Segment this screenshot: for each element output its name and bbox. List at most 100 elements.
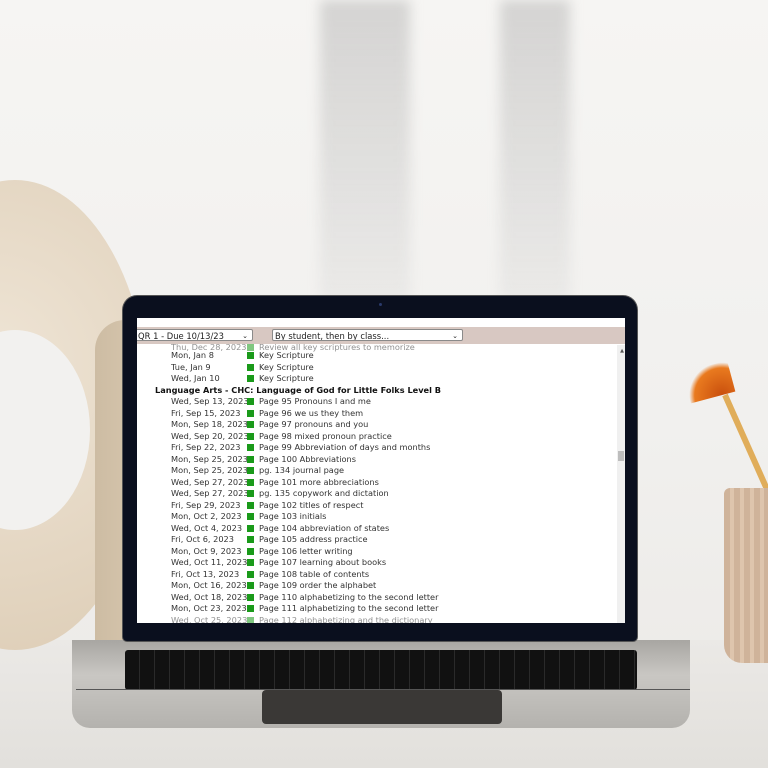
list-item[interactable]: Wed, Oct 4, 2023 Page 104 abbreviation of… [137, 523, 615, 535]
item-task: Page 95 Pronouns I and me [259, 396, 371, 406]
list-item[interactable]: Mon, Sep 25, 2023 Page 100 Abbreviations [137, 454, 615, 466]
laptop-keyboard [125, 650, 637, 690]
item-date: Mon, Oct 2, 2023 [171, 511, 242, 521]
list-item[interactable]: Mon, Oct 23, 2023 Page 111 alphabetizing … [137, 603, 615, 615]
list-item[interactable]: Fri, Oct 13, 2023 Page 108 table of conte… [137, 569, 615, 581]
period-select-value: QR 1 - Due 10/13/23 [138, 331, 224, 341]
section-heading: Language Arts - CHC: Language of God for… [155, 384, 442, 395]
item-date: Fri, Oct 13, 2023 [171, 568, 240, 579]
item-task: Page 109 order the alphabet [259, 580, 377, 590]
item-date: Mon, Oct 16, 2023 [171, 580, 247, 590]
scroll-up-icon[interactable]: ▲ [620, 348, 624, 354]
complete-checkbox[interactable] [247, 547, 254, 555]
list-item[interactable]: Wed, Oct 11, 2023 Page 107 learning about… [137, 557, 615, 569]
list-item[interactable]: Mon, Sep 18, 2023 Page 97 pronouns and yo… [137, 419, 615, 431]
item-date: Mon, Oct 23, 2023 [171, 603, 247, 613]
item-task: Page 104 abbreviation of states [259, 522, 390, 533]
item-task: Page 101 more abbreciations [259, 476, 379, 487]
complete-checkbox[interactable] [247, 536, 254, 543]
item-task: Page 107 learning about books [259, 557, 387, 567]
complete-checkbox[interactable] [247, 582, 254, 589]
item-task: Page 97 pronouns and you [259, 419, 369, 429]
list-item[interactable]: Wed, Oct 25, 2023 Page 112 alphabetizing … [137, 614, 615, 624]
sort-select-value: By student, then by class... [275, 331, 390, 341]
list-item[interactable]: Wed, Sep 27, 2023 Page 101 more abbreciat… [137, 477, 615, 489]
list-item[interactable]: Wed, Jan 10 Key Scripture [137, 373, 615, 385]
item-task: Page 110 alphabetizing to the second let… [259, 591, 439, 602]
item-date: Wed, Sep 27, 2023 [171, 476, 249, 487]
complete-checkbox[interactable] [247, 513, 254, 520]
item-date: Wed, Oct 18, 2023 [171, 591, 248, 602]
overlay-line [76, 689, 690, 690]
list-item[interactable]: Wed, Oct 18, 2023 Page 110 alphabetizing … [137, 592, 615, 604]
item-task: Page 112 alphabetizing and the dictionar… [259, 614, 433, 624]
item-task: Key Scripture [259, 373, 314, 383]
item-date: Wed, Oct 4, 2023 [171, 522, 243, 533]
item-date: Mon, Sep 25, 2023 [171, 465, 248, 475]
list-item[interactable]: Mon, Oct 16, 2023 Page 109 order the alph… [137, 580, 615, 592]
item-date: Wed, Sep 27, 2023 [171, 488, 249, 498]
item-date: Fri, Sep 29, 2023 [171, 499, 241, 510]
scrollbar-thumb[interactable] [618, 451, 624, 461]
list-item[interactable]: Fri, Oct 6, 2023 Page 105 address practic… [137, 534, 615, 546]
item-task: Page 103 initials [259, 511, 327, 521]
complete-checkbox[interactable] [247, 409, 254, 417]
window-shadow [320, 0, 410, 300]
complete-checkbox[interactable] [247, 398, 254, 405]
complete-checkbox[interactable] [247, 559, 254, 566]
list-item[interactable]: Fri, Sep 15, 2023 Page 96 we us they them [137, 408, 615, 420]
item-date: Fri, Sep 22, 2023 [171, 442, 241, 452]
item-date: Wed, Jan 10 [171, 373, 220, 383]
item-task: Page 102 titles of respect [259, 499, 364, 510]
item-date: Fri, Sep 15, 2023 [171, 407, 241, 418]
complete-checkbox[interactable] [247, 432, 254, 440]
window-shadow [500, 0, 570, 300]
complete-checkbox[interactable] [247, 593, 254, 601]
complete-checkbox[interactable] [247, 605, 254, 612]
complete-checkbox[interactable] [247, 363, 254, 371]
item-date: Wed, Sep 13, 2023 [171, 396, 249, 406]
item-task: Page 105 address practice [259, 534, 368, 544]
complete-checkbox[interactable] [247, 490, 254, 497]
item-task: Page 96 we us they them [259, 407, 364, 418]
complete-checkbox[interactable] [247, 616, 254, 623]
chevron-down-icon: ⌄ [452, 332, 458, 340]
period-select[interactable]: QR 1 - Due 10/13/23 ⌄ [137, 329, 253, 341]
item-task: Page 99 Abbreviation of days and months [259, 442, 431, 452]
list-item[interactable]: Tue, Jan 9 Key Scripture [137, 362, 615, 374]
item-task: Page 106 letter writing [259, 545, 353, 556]
list-item[interactable]: Fri, Sep 29, 2023 Page 102 titles of resp… [137, 500, 615, 512]
list-item[interactable]: Mon, Sep 25, 2023 pg. 134 journal page [137, 465, 615, 477]
complete-checkbox[interactable] [247, 501, 254, 509]
item-date: Fri, Oct 6, 2023 [171, 534, 234, 544]
list-item[interactable]: Wed, Sep 20, 2023 Page 98 mixed pronoun p… [137, 431, 615, 443]
ribbed-cup [724, 488, 768, 663]
item-date: Mon, Jan 8 [171, 350, 214, 360]
complete-checkbox[interactable] [247, 570, 254, 578]
complete-checkbox[interactable] [247, 455, 254, 463]
list-item[interactable]: Mon, Oct 9, 2023 Page 106 letter writing [137, 546, 615, 558]
item-task: Page 98 mixed pronoun practice [259, 430, 392, 441]
complete-checkbox[interactable] [247, 444, 254, 451]
complete-checkbox[interactable] [247, 524, 254, 532]
list-item[interactable]: Mon, Oct 2, 2023 Page 103 initials [137, 511, 615, 523]
complete-checkbox[interactable] [247, 421, 254, 428]
complete-checkbox[interactable] [247, 467, 254, 474]
item-task: Key Scripture [259, 361, 314, 372]
complete-checkbox[interactable] [247, 478, 254, 486]
list-item[interactable]: Mon, Jan 8 Key Scripture [137, 350, 615, 362]
list-item[interactable]: Fri, Sep 22, 2023 Page 99 Abbreviation of… [137, 442, 615, 454]
item-date: Wed, Sep 20, 2023 [171, 430, 249, 441]
item-date: Mon, Oct 9, 2023 [171, 545, 242, 556]
laptop-screen: QR 1 - Due 10/13/23 ⌄ By student, then b… [137, 318, 625, 623]
list-item[interactable]: Wed, Sep 13, 2023 Page 95 Pronouns I and … [137, 396, 615, 408]
scrollbar[interactable] [617, 345, 625, 623]
complete-checkbox[interactable] [247, 352, 254, 359]
chevron-down-icon: ⌄ [242, 332, 248, 340]
sort-select[interactable]: By student, then by class... ⌄ [272, 329, 463, 341]
item-date: Tue, Jan 9 [171, 361, 211, 372]
list-item[interactable]: Wed, Sep 27, 2023 pg. 135 copywork and di… [137, 488, 615, 500]
item-date: Wed, Oct 25, 2023 [171, 614, 248, 624]
item-task: Key Scripture [259, 350, 314, 360]
complete-checkbox[interactable] [247, 375, 254, 382]
